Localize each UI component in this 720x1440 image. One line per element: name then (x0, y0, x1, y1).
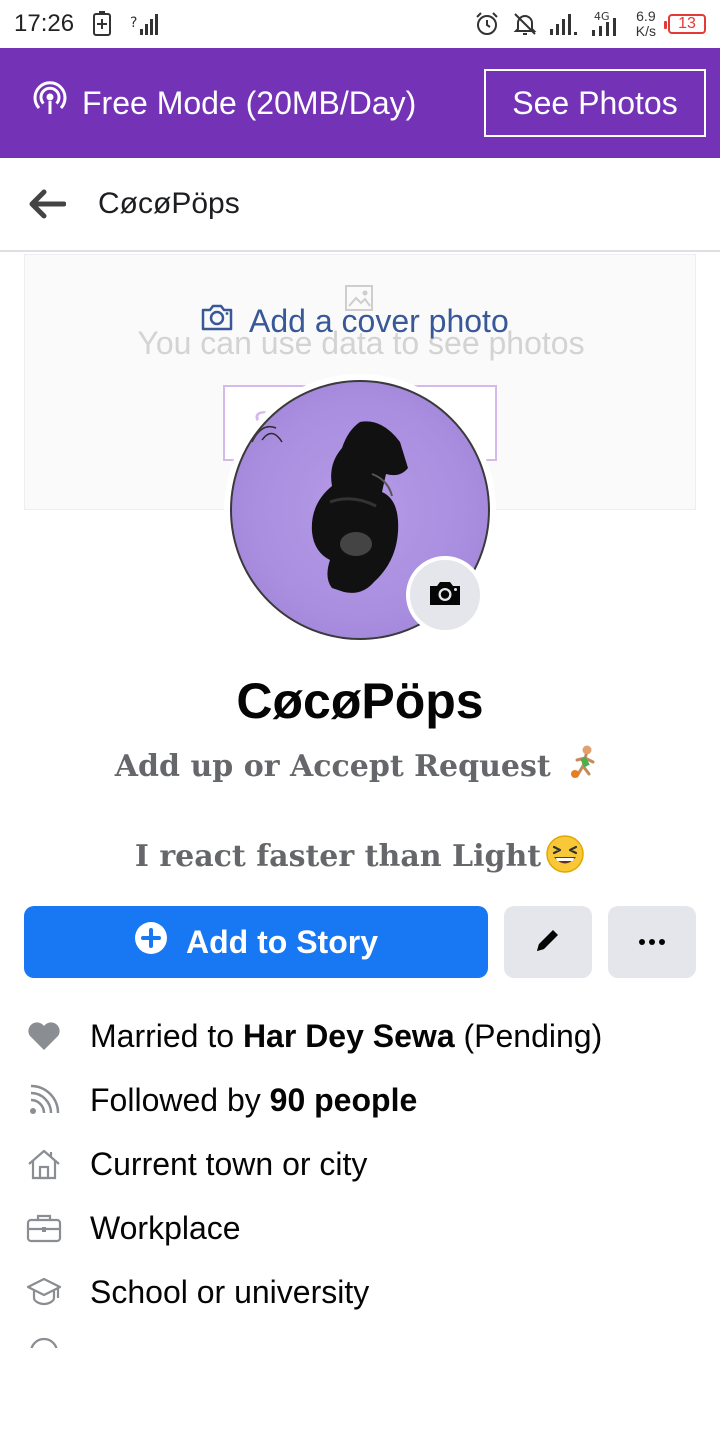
status-time: 17:26 (14, 10, 75, 37)
school-label: School or university (90, 1273, 370, 1310)
workplace-label: Workplace (90, 1209, 241, 1246)
detail-workplace[interactable]: Workplace (0, 1196, 720, 1260)
see-photos-button[interactable]: See Photos (484, 69, 706, 137)
pencil-icon (533, 925, 563, 960)
no-sim-signal-icon: ? (130, 11, 160, 37)
network-4g-label: 4G (594, 10, 610, 23)
status-bar: 17:26 ? 4G 6.9 K/s 13 (0, 0, 720, 48)
basketball-player-emoji-icon (565, 744, 605, 792)
home-icon (24, 1144, 64, 1184)
battery-level-icon: 13 (664, 14, 706, 34)
hometown-icon-partial (28, 1336, 60, 1348)
briefcase-icon (24, 1208, 64, 1248)
network-speed-value: 6.9 (636, 8, 656, 24)
free-mode-info: Free Mode (20MB/Day) (32, 81, 416, 125)
add-to-story-label: Add to Story (186, 923, 378, 960)
profile-name: CøcøPöps (236, 673, 484, 729)
graduation-cap-icon (24, 1272, 64, 1312)
detail-current-town[interactable]: Current town or city (0, 1132, 720, 1196)
broadcast-icon (32, 81, 68, 125)
add-cover-photo-button[interactable]: Add a cover photo (199, 301, 509, 341)
relationship-text: Married to Har Dey Sewa (Pending) (90, 1018, 602, 1055)
free-mode-banner: Free Mode (20MB/Day) See Photos (0, 48, 720, 158)
network-4g-icon: 4G (590, 10, 624, 38)
svg-text:?: ? (130, 15, 137, 31)
plus-circle-icon (134, 921, 168, 963)
free-mode-label: Free Mode (20MB/Day) (82, 84, 417, 121)
heart-icon (24, 1016, 64, 1056)
edit-profile-button[interactable] (504, 906, 592, 978)
back-arrow-icon[interactable] (28, 184, 68, 224)
alarm-icon (474, 11, 500, 37)
bio-line-1: Add up or Accept Request (0, 744, 720, 792)
profile-details-list: Married to Har Dey Sewa (Pending) Follow… (0, 1004, 720, 1324)
muted-bell-icon (512, 11, 538, 37)
relationship-status: (Pending) (454, 1017, 603, 1054)
followers-prefix: Followed by (90, 1081, 270, 1118)
grinning-squinting-face-emoji-icon (545, 834, 585, 882)
current-town-label: Current town or city (90, 1145, 368, 1182)
top-nav: CøcøPöps (0, 158, 720, 252)
screen: 17:26 ? 4G 6.9 K/s 13 Free Mode (20MB/Da… (0, 0, 720, 1440)
partner-name-link[interactable]: Har Dey Sewa (243, 1018, 455, 1054)
rss-feed-icon (24, 1080, 64, 1120)
change-profile-picture-button[interactable] (406, 556, 484, 634)
camera-icon (427, 578, 463, 613)
add-cover-photo-label: Add a cover photo (249, 302, 509, 339)
detail-school[interactable]: School or university (0, 1260, 720, 1324)
more-options-button[interactable] (608, 906, 696, 978)
network-speed-unit: K/s (635, 23, 656, 39)
signal-bars-icon (549, 12, 578, 36)
page-title: CøcøPöps (98, 187, 240, 220)
network-speed: 6.9 K/s (636, 9, 656, 39)
followers-count-link[interactable]: 90 people (270, 1082, 418, 1118)
bio-line-2-text: I react faster than Light (134, 839, 542, 874)
detail-followers[interactable]: Followed by 90 people (0, 1068, 720, 1132)
battery-level-value: 13 (678, 15, 696, 32)
bio-line-1-text: Add up or Accept Request (114, 749, 551, 784)
more-dots-icon (638, 933, 666, 951)
battery-saver-icon (92, 11, 112, 37)
bio-line-2: I react faster than Light (0, 834, 720, 882)
camera-icon (199, 301, 235, 341)
relationship-prefix: Married to (90, 1017, 243, 1054)
add-to-story-button[interactable]: Add to Story (24, 906, 488, 978)
detail-relationship[interactable]: Married to Har Dey Sewa (Pending) (0, 1004, 720, 1068)
followers-text: Followed by 90 people (90, 1082, 417, 1119)
